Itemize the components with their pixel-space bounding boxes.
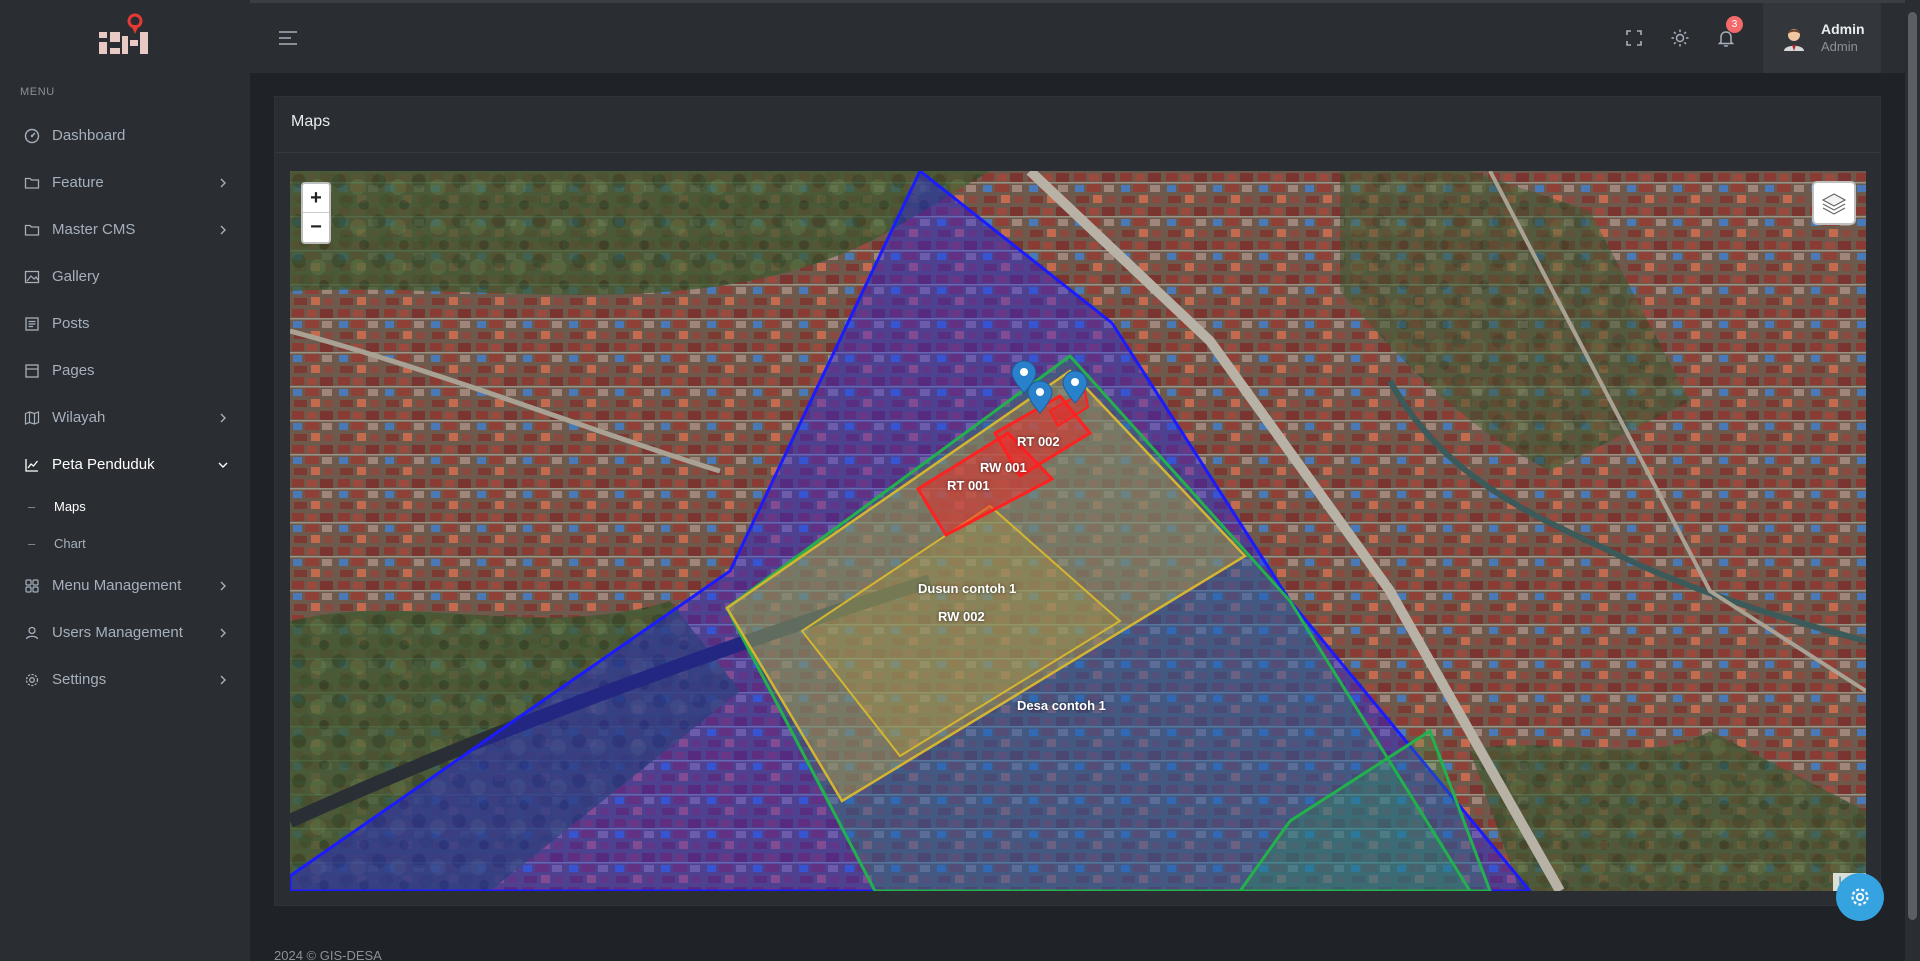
user-name: Admin <box>1821 21 1865 37</box>
zoom-out-button[interactable]: − <box>303 213 329 242</box>
layers-icon <box>1821 193 1847 215</box>
sidebar-item-label: Feature <box>52 174 104 191</box>
label-rw-002: RW 002 <box>938 609 985 624</box>
sidebar-item-label: Master CMS <box>52 221 136 238</box>
scrollbar-thumb[interactable] <box>1908 12 1917 920</box>
sidebar-item-users-management[interactable]: Users Management <box>0 609 250 656</box>
sidebar-item-label: Dashboard <box>52 127 126 144</box>
folder-icon <box>24 175 40 191</box>
map-icon <box>24 410 40 426</box>
map-view[interactable]: RT 002 RW 001 RT 001 Dusun contoh 1 RW 0… <box>290 171 1866 891</box>
zoom-control: + − <box>301 182 331 244</box>
zoom-in-button[interactable]: + <box>303 184 329 213</box>
sidebar-nav: Dashboard Feature Master CMS Gallery Pos… <box>0 112 250 703</box>
notification-badge: 3 <box>1726 16 1743 33</box>
footer-text: 2024 © GIS-DESA <box>274 948 382 961</box>
sidebar-item-label: Peta Penduduk <box>52 456 155 473</box>
sidebar-item-label: Menu Management <box>52 577 182 594</box>
sidebar-item-posts[interactable]: Posts <box>0 300 250 347</box>
menu-title: MENU <box>20 86 55 98</box>
sidebar-item-label: Gallery <box>52 268 100 285</box>
chevron-right-icon <box>220 628 226 637</box>
page-title: Maps <box>291 113 331 130</box>
posts-icon <box>24 316 40 332</box>
maps-card: Maps RT 002 RW 001 RT 001 Dusun contoh 1… <box>274 96 1881 906</box>
sidebar-item-label: Pages <box>52 362 95 379</box>
chart-line-icon <box>24 457 40 473</box>
user-menu[interactable]: Admin Admin <box>1763 3 1881 73</box>
theme-sun-icon[interactable] <box>1667 25 1693 51</box>
sidebar-item-label: Wilayah <box>52 409 106 426</box>
sidebar-item-settings[interactable]: Settings <box>0 656 250 703</box>
map-canvas[interactable] <box>290 171 1866 891</box>
fullscreen-icon[interactable] <box>1621 25 1647 51</box>
sidebar-subitem-label: Chart <box>54 536 86 551</box>
sidebar: MENU Dashboard Feature Master CMS Galler… <box>0 0 250 961</box>
label-dusun: Dusun contoh 1 <box>918 581 1017 596</box>
card-header: Maps <box>275 97 1880 153</box>
chevron-right-icon <box>220 178 226 187</box>
sidebar-item-feature[interactable]: Feature <box>0 159 250 206</box>
sidebar-item-label: Settings <box>52 671 107 688</box>
sidebar-subitem-chart[interactable]: – Chart <box>0 525 250 562</box>
avatar <box>1784 29 1804 51</box>
chevron-right-icon <box>220 581 226 590</box>
user-role: Admin <box>1821 39 1858 54</box>
chevron-right-icon <box>220 675 226 684</box>
folder-icon <box>24 222 40 238</box>
label-desa: Desa contoh 1 <box>1017 698 1106 713</box>
chevron-right-icon <box>220 413 226 422</box>
label-rw-001: RW 001 <box>980 460 1027 475</box>
sidebar-item-label: Posts <box>52 315 90 332</box>
sidebar-item-master-cms[interactable]: Master CMS <box>0 206 250 253</box>
chevron-right-icon <box>220 225 226 234</box>
user-icon <box>24 625 40 641</box>
sidebar-item-menu-management[interactable]: Menu Management <box>0 562 250 609</box>
layers-control[interactable] <box>1812 181 1856 225</box>
topbar: 3 Admin Admin <box>250 3 1905 73</box>
dashboard-icon <box>24 128 40 144</box>
sidebar-subitem-label: Maps <box>54 499 86 514</box>
menu-toggle-icon[interactable] <box>278 29 298 47</box>
settings-fab[interactable] <box>1836 873 1884 921</box>
pages-icon <box>24 363 40 379</box>
sidebar-item-peta-penduduk[interactable]: Peta Penduduk <box>0 441 250 488</box>
page-scrollbar[interactable] <box>1905 0 1920 961</box>
sidebar-item-label: Users Management <box>52 624 183 641</box>
sidebar-item-wilayah[interactable]: Wilayah <box>0 394 250 441</box>
gear-icon <box>1851 888 1869 906</box>
label-rt-002: RT 002 <box>1017 434 1060 449</box>
app-logo[interactable] <box>96 12 152 62</box>
sidebar-item-dashboard[interactable]: Dashboard <box>0 112 250 159</box>
gear-icon <box>24 672 40 688</box>
gallery-icon <box>24 269 40 285</box>
chevron-down-icon <box>218 462 228 468</box>
label-rt-001: RT 001 <box>947 478 990 493</box>
sidebar-subitem-maps[interactable]: – Maps <box>0 488 250 525</box>
sidebar-item-pages[interactable]: Pages <box>0 347 250 394</box>
grid-icon <box>24 578 40 594</box>
sidebar-item-gallery[interactable]: Gallery <box>0 253 250 300</box>
